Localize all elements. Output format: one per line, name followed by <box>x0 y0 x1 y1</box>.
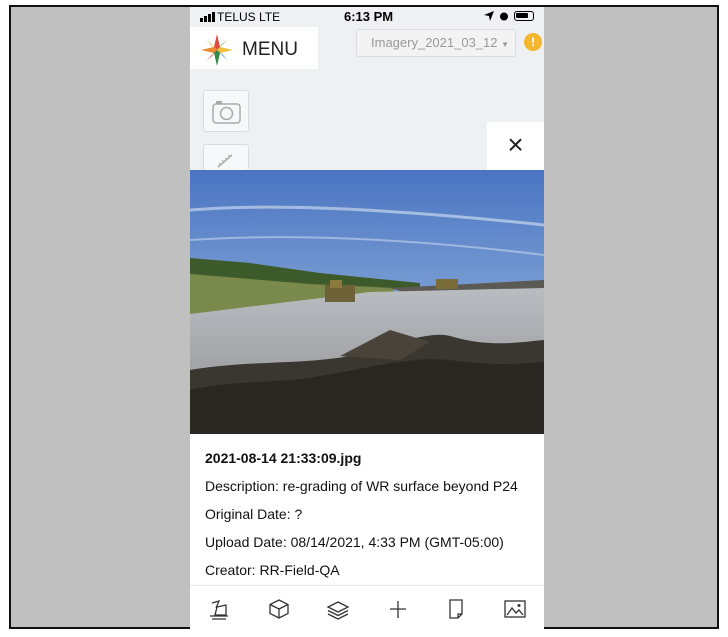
app-logo-icon <box>201 34 233 66</box>
imagery-dropdown[interactable]: Imagery_2021_03_12 ▼ <box>356 29 516 57</box>
photo-original-date: Original Date: ? <box>205 506 303 522</box>
imagery-dropdown-value: Imagery_2021_03_12 <box>371 35 498 50</box>
caret-down-icon: ▼ <box>501 40 510 49</box>
photo-upload-date: Upload Date: 08/14/2021, 4:33 PM (GMT-05… <box>205 534 504 550</box>
survey-tool-icon[interactable] <box>206 596 232 622</box>
image-icon[interactable] <box>502 596 528 622</box>
menu-label: MENU <box>242 39 298 60</box>
photo-details-panel: 2021-08-14 21:33:09.jpg Description: re-… <box>190 434 544 586</box>
signal-icon <box>200 12 215 22</box>
carrier-label: TELUS LTE <box>217 10 281 24</box>
measure-button[interactable] <box>203 144 249 170</box>
status-bar: TELUS LTE 6:13 PM <box>190 7 544 27</box>
alarm-icon <box>500 12 508 21</box>
bottom-toolbar <box>190 585 544 631</box>
photo-filename: 2021-08-14 21:33:09.jpg <box>205 450 362 466</box>
phone-screen: TELUS LTE 6:13 PM MENU Imagery_2021_03_1… <box>190 7 544 631</box>
close-button[interactable]: × <box>487 122 544 170</box>
photo-preview <box>190 170 544 434</box>
clock: 6:13 PM <box>344 9 394 24</box>
camera-icon <box>212 101 241 124</box>
photo-description: Description: re-grading of WR surface be… <box>205 478 518 494</box>
warning-icon[interactable]: ! <box>524 33 542 51</box>
menu-button[interactable]: MENU <box>190 27 318 69</box>
photo-creator: Creator: RR-Field-QA <box>205 562 340 578</box>
layers-icon[interactable] <box>325 596 351 622</box>
crosshair-icon[interactable] <box>385 596 411 622</box>
cube-icon[interactable] <box>266 596 292 622</box>
ruler-icon <box>217 154 233 168</box>
battery-icon <box>514 11 534 21</box>
location-arrow-icon <box>484 11 494 21</box>
camera-button[interactable] <box>203 90 249 132</box>
document-icon[interactable] <box>443 596 469 622</box>
